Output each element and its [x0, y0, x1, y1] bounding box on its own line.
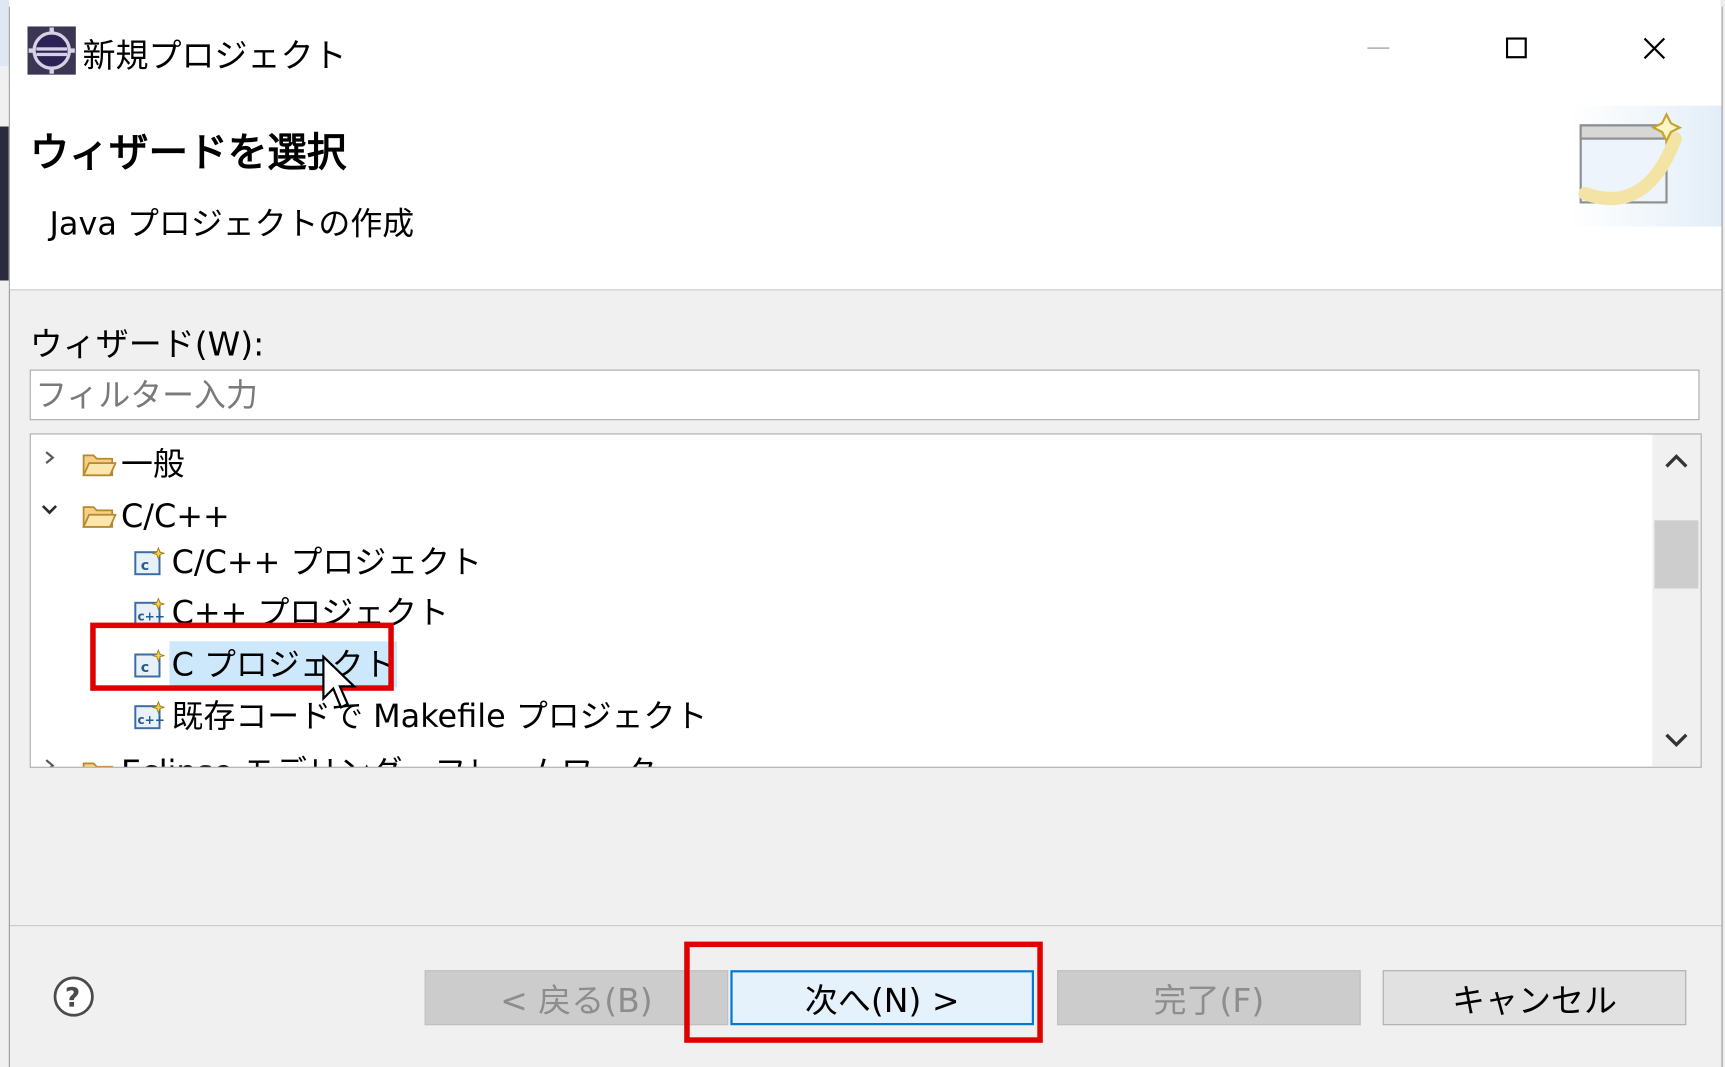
- c-project-icon: c: [134, 649, 165, 678]
- eclipse-icon: [27, 26, 76, 75]
- title-bar: 新規プロジェクト: [9, 6, 1722, 84]
- tree-item-label: C プロジェクト: [169, 641, 398, 688]
- new-wizard-banner-icon: [1569, 105, 1722, 227]
- screen: 新規プロジェクト ウィザードを選択 Java プロジェクトの作成 ウィザード(W…: [0, 0, 1725, 1067]
- cpp-project-icon: c++: [134, 597, 165, 626]
- chevron-down-icon[interactable]: [37, 497, 61, 521]
- folder-open-icon: [82, 506, 117, 528]
- page-description: Java プロジェクトの作成: [49, 204, 415, 242]
- chevron-up-icon: [1665, 454, 1688, 468]
- help-icon[interactable]: ?: [52, 975, 96, 1019]
- tree-item-c-project[interactable]: c C プロジェクト: [132, 640, 398, 688]
- back-button[interactable]: < 戻る(B): [424, 970, 729, 1026]
- tree-item-cpp-project[interactable]: c++ C++ プロジェクト: [132, 589, 451, 637]
- tree-item-label: C++ プロジェクト: [171, 594, 449, 632]
- finish-button[interactable]: 完了(F): [1057, 970, 1361, 1026]
- wizard-banner: ウィザードを選択 Java プロジェクトの作成: [9, 83, 1722, 291]
- folder-icon: [82, 762, 114, 767]
- cpp-project-icon: c++: [134, 700, 165, 730]
- chevron-down-icon: [1665, 733, 1688, 748]
- next-button[interactable]: 次へ(N) >: [730, 970, 1034, 1026]
- window-title: 新規プロジェクト: [82, 37, 347, 76]
- tree-scrollbar[interactable]: [1652, 434, 1701, 767]
- scroll-thumb[interactable]: [1654, 520, 1699, 589]
- filter-input[interactable]: [29, 369, 1700, 421]
- close-icon: [1643, 37, 1666, 60]
- c-project-icon: c: [134, 546, 165, 576]
- maximize-button[interactable]: [1484, 24, 1550, 72]
- scroll-down-button[interactable]: [1652, 716, 1700, 764]
- folder-icon: [82, 454, 117, 477]
- close-button[interactable]: [1621, 24, 1687, 72]
- tree-item-makefile-project[interactable]: c++ 既存コードで Makefile プロジェクト: [132, 692, 710, 740]
- chevron-right-icon[interactable]: [37, 754, 61, 767]
- svg-text:c: c: [141, 660, 149, 676]
- footer-separator: [9, 925, 1722, 927]
- tree-item-c-cpp-project[interactable]: c C/C++ プロジェクト: [132, 538, 484, 586]
- svg-text:c++: c++: [138, 609, 165, 623]
- svg-text:c++: c++: [138, 713, 165, 727]
- cancel-button[interactable]: キャンセル: [1382, 970, 1687, 1026]
- wizards-label: ウィザード(W):: [29, 325, 265, 365]
- svg-text:c: c: [141, 558, 149, 574]
- new-project-dialog: 新規プロジェクト ウィザードを選択 Java プロジェクトの作成 ウィザード(W…: [8, 6, 1723, 1067]
- tree-item-label: Eclipse モデリング・フレームワーク: [119, 749, 659, 767]
- minimize-icon: [1367, 47, 1390, 49]
- minimize-button[interactable]: [1346, 24, 1412, 72]
- tree-item-label: C/C++ プロジェクト: [171, 543, 482, 581]
- svg-text:?: ?: [65, 983, 80, 1014]
- tree-item-label: C/C++: [121, 497, 230, 535]
- tree-item-label: 一般: [121, 445, 185, 483]
- background-window: [0, 0, 9, 1067]
- wizard-tree[interactable]: 一般 C/C++ c C/C++ プロジェクト c++ C++ プロジェクト c…: [29, 433, 1702, 768]
- maximize-icon: [1505, 37, 1527, 59]
- chevron-right-icon[interactable]: [37, 446, 61, 470]
- page-title: ウィザードを選択: [29, 130, 347, 176]
- tree-item-label: 既存コードで Makefile プロジェクト: [171, 697, 708, 735]
- scroll-up-button[interactable]: [1652, 437, 1700, 485]
